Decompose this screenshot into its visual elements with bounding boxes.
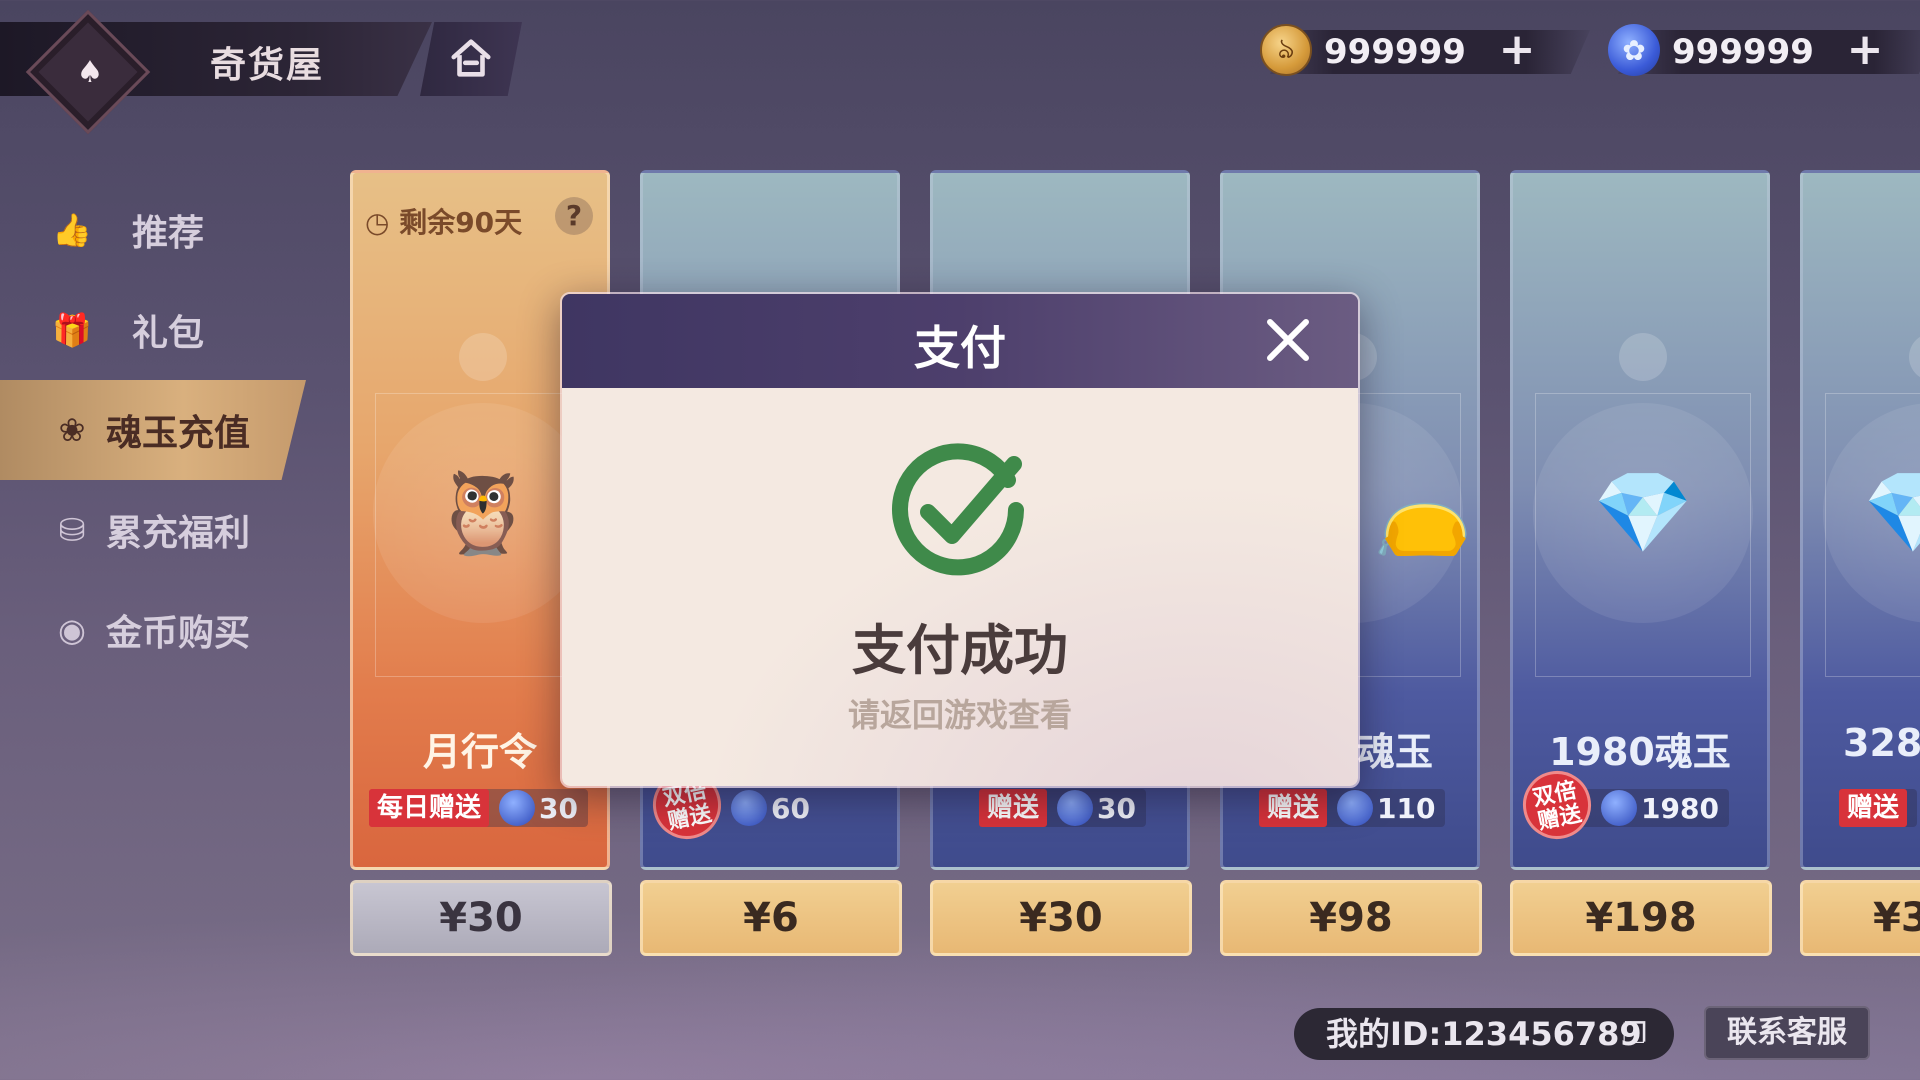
close-icon[interactable] [1262, 314, 1314, 366]
dialog-body: 支付成功 请返回游戏查看 [562, 388, 1358, 786]
modal-overlay: 支付 支付成功 请返回游戏查看 [0, 0, 1920, 1080]
dialog-header: 支付 [562, 294, 1358, 388]
success-check-icon [892, 443, 1024, 576]
return-hint-text: 请返回游戏查看 [847, 696, 1072, 734]
payment-success-text: 支付成功 [852, 619, 1068, 682]
dialog-title: 支付 [914, 321, 1006, 375]
payment-dialog: 支付 支付成功 请返回游戏查看 [560, 292, 1360, 788]
